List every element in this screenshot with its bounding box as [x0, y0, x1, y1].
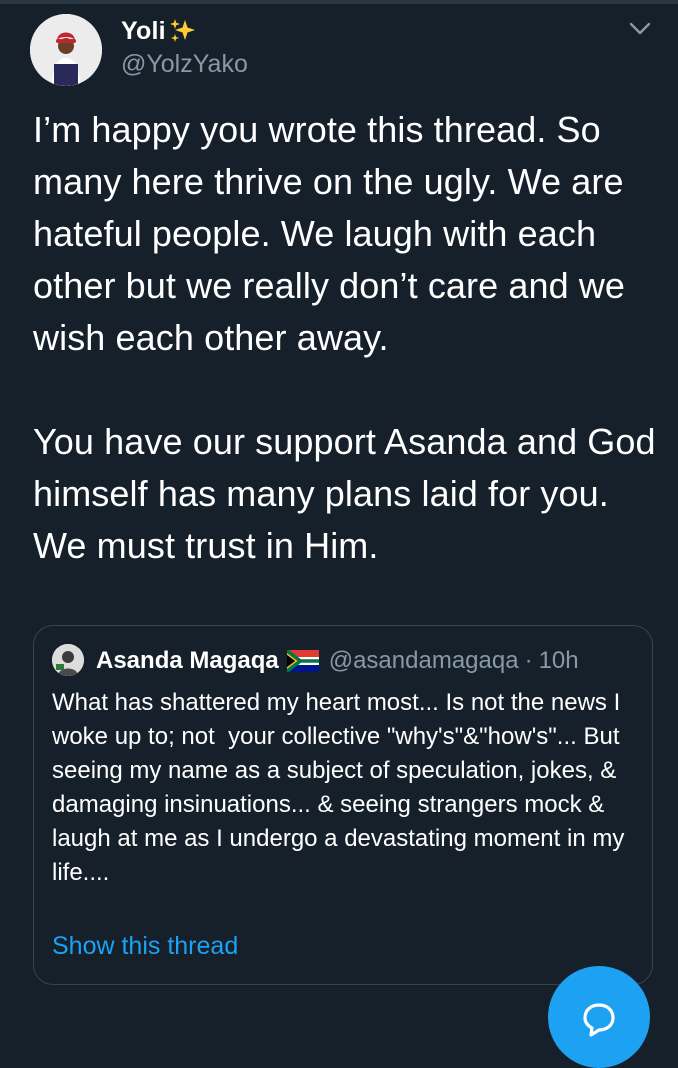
south-africa-flag-icon: [286, 650, 319, 672]
compose-button[interactable]: [548, 966, 650, 1068]
compose-icon: [583, 1003, 615, 1037]
tweet-text: I’m happy you wrote this thread. So many…: [33, 109, 656, 566]
chevron-down-icon[interactable]: [627, 16, 653, 42]
author-handle[interactable]: @YolzYako: [121, 50, 248, 79]
separator-dot: ·: [524, 647, 533, 674]
quoted-handle[interactable]: @asandamagaqa: [329, 647, 519, 675]
quoted-tweet-card[interactable]: Asanda Magaqa @asandamagaqa · 10h What h…: [33, 625, 653, 985]
quoted-timestamp[interactable]: 10h: [539, 647, 579, 675]
author-name[interactable]: Yoli: [121, 17, 166, 46]
quoted-author-name[interactable]: Asanda Magaqa: [96, 647, 279, 675]
avatar[interactable]: [30, 14, 102, 86]
quoted-avatar[interactable]: [52, 644, 84, 676]
sparkles-icon: [168, 17, 196, 45]
quoted-header: Asanda Magaqa @asandamagaqa · 10h: [96, 644, 579, 678]
author-name-row[interactable]: Yoli: [121, 14, 196, 48]
quoted-tweet-text: What has shattered my heart most... Is n…: [52, 689, 631, 886]
show-thread-link[interactable]: Show this thread: [52, 932, 238, 961]
top-divider: [0, 0, 678, 4]
